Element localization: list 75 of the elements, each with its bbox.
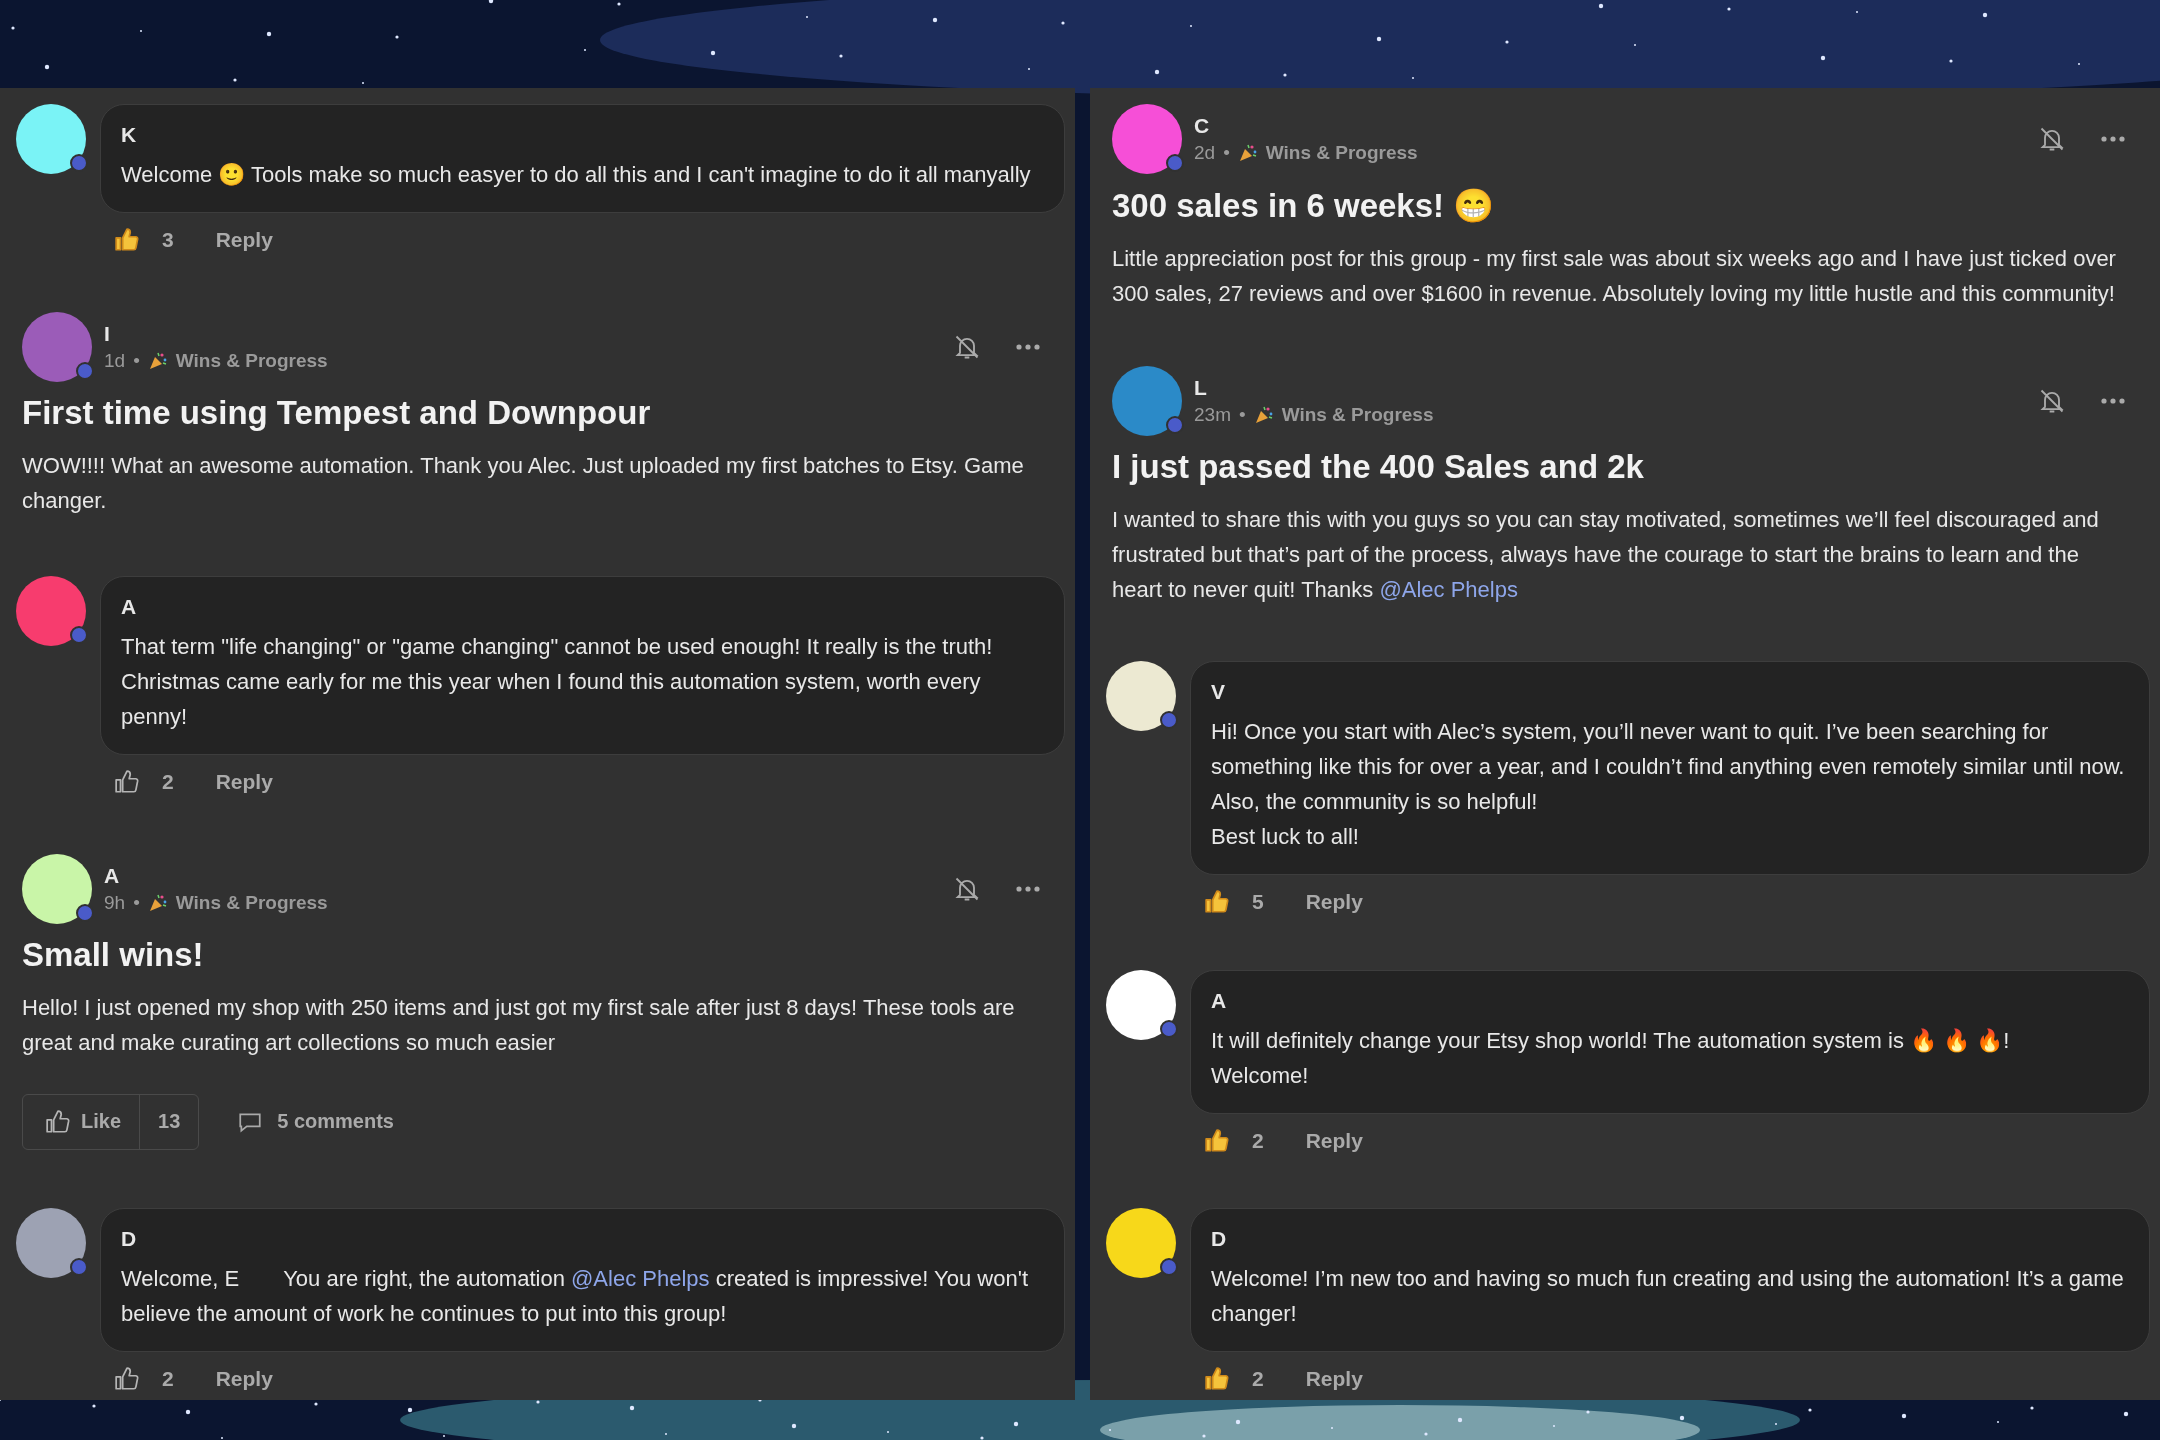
reply-link[interactable]: Reply <box>1305 1367 1363 1391</box>
reply-link[interactable]: Reply <box>1305 890 1363 914</box>
thumbs-up-icon[interactable] <box>114 1366 140 1392</box>
avatar-badge <box>70 1258 88 1276</box>
bell-off-icon[interactable] <box>2038 125 2066 153</box>
thumbs-up-icon[interactable] <box>1204 1127 1230 1154</box>
mention-link[interactable]: @Alec Phelps <box>571 1266 710 1291</box>
separator-dot: • <box>1223 142 1230 164</box>
thumbs-up-icon[interactable] <box>45 1108 71 1135</box>
mention-link[interactable]: @Alec Phelps <box>1379 576 1518 602</box>
avatar-badge <box>1160 1258 1178 1276</box>
more-icon[interactable] <box>2100 135 2126 143</box>
comment-text: It will definitely change your Etsy shop world! The automation system is 🔥 🔥 🔥! Welcome! <box>1211 1026 2011 1090</box>
avatar-badge <box>70 154 88 172</box>
post-title[interactable]: 300 sales in 6 weeks! 😁 <box>1112 186 2130 225</box>
post-time: 23m <box>1194 403 1231 426</box>
avatar-badge <box>70 626 88 644</box>
comment-text: Welcome 🙂 Tools make so much easyer to do all this and I can't imagine to do it all manyally <box>121 161 1032 189</box>
separator-dot: • <box>1238 403 1246 426</box>
like-count: 5 <box>1252 890 1264 914</box>
comment-text: Welcome! I’m new too and having so much fun creating and using the automation! It’s a game changer! <box>1211 1265 2125 1328</box>
author-name[interactable]: K <box>121 123 1044 147</box>
author-name[interactable]: V <box>1211 680 2129 704</box>
post-title[interactable]: I just passed the 400 Sales and 2k <box>1112 447 2130 486</box>
party-popper-icon <box>147 350 168 371</box>
author-name[interactable]: L <box>1194 375 2026 400</box>
category-link[interactable]: Wins & Progress <box>175 891 328 914</box>
comment-text: Welcome, E You are right, the automation @Alec Phelps created is impressive! You won't believe the amount of work he continues to put into this group! <box>121 1265 1029 1328</box>
avatar-badge <box>1160 711 1178 729</box>
reply-link[interactable]: Reply <box>215 770 273 794</box>
post-body: Hello! I just opened my shop with 250 items and just got my first sale after just 8 days! These tools are great and make curating art collections so much easier <box>22 993 1016 1057</box>
thumbs-up-icon[interactable] <box>114 227 140 253</box>
separator-dot: • <box>133 349 140 372</box>
category-link[interactable]: Wins & Progress <box>175 349 328 372</box>
post-time: 9h <box>104 891 126 914</box>
category-link[interactable]: Wins & Progress <box>1281 403 1434 426</box>
comments-link[interactable]: 5 comments <box>237 1108 394 1135</box>
author-name[interactable]: A <box>104 863 941 888</box>
more-icon[interactable] <box>1015 342 1041 351</box>
more-icon[interactable] <box>1015 884 1041 893</box>
author-name[interactable]: D <box>1211 1227 2129 1251</box>
party-popper-icon <box>1237 143 1258 163</box>
party-popper-icon <box>1253 404 1274 425</box>
comment-text: That term "life changing" or "game changing" cannot be used enough! It really is the truth! Christmas came early for me this year when I found this automation system, worth every penny! <box>121 633 994 731</box>
separator-dot: • <box>133 891 140 914</box>
more-icon[interactable] <box>2100 396 2126 405</box>
author-name[interactable]: A <box>121 595 1044 619</box>
like-count: 2 <box>1252 1128 1264 1153</box>
like-count: 3 <box>162 228 174 252</box>
post-time: 1d <box>104 349 126 372</box>
like-count: 2 <box>1252 1367 1264 1391</box>
post-title[interactable]: Small wins! <box>22 935 1045 974</box>
author-name[interactable]: I <box>104 321 941 346</box>
like-count: 2 <box>162 770 174 794</box>
post-title[interactable]: First time using Tempest and Downpour <box>22 393 1045 432</box>
reply-link[interactable]: Reply <box>215 1367 273 1391</box>
post-body: WOW!!!! What an awesome automation. Thank you Alec. Just uploaded my first batches to Etsy. Game changer. <box>22 451 1025 515</box>
thumbs-up-icon[interactable] <box>114 769 140 795</box>
author-name[interactable]: C <box>1194 114 2026 138</box>
author-name[interactable]: A <box>1211 988 2129 1013</box>
thumbs-up-icon[interactable] <box>1204 889 1230 915</box>
thumbs-up-icon[interactable] <box>1204 1366 1230 1392</box>
post-time: 2d <box>1194 142 1216 164</box>
party-popper-icon <box>147 892 168 913</box>
post-body: Little appreciation post for this group - my first sale was about six weeks ago and I have just ticked over 300 sales, 27 reviews and over $1600 in revenue. Absolutely loving my little hustle and this community! <box>1112 245 2117 308</box>
category-link[interactable]: Wins & Progress <box>1265 142 1418 164</box>
like-button[interactable]: Like <box>23 1094 141 1149</box>
comment-text: Hi! Once you start with Alec’s system, you’ll never want to quit. I’ve been searching for something like this for over a year, and I couldn’t find anything even remotely similar until now. Also, the community is so helpful! Best luck to all! <box>1211 718 2126 851</box>
reply-link[interactable]: Reply <box>1305 1128 1363 1153</box>
reply-link[interactable]: Reply <box>215 228 273 252</box>
like-count: 13 <box>157 1110 182 1133</box>
post-body: I wanted to share this with you guys so you can stay motivated, sometimes we’ll feel discouraged and frustrated but that’s part of the process, always have the courage to start the brains to learn and the heart to never quit! Thanks @Alec Phelps <box>1112 505 2100 604</box>
avatar-badge <box>1166 154 1184 172</box>
like-count: 2 <box>162 1367 174 1391</box>
author-name[interactable]: D <box>121 1227 1044 1251</box>
